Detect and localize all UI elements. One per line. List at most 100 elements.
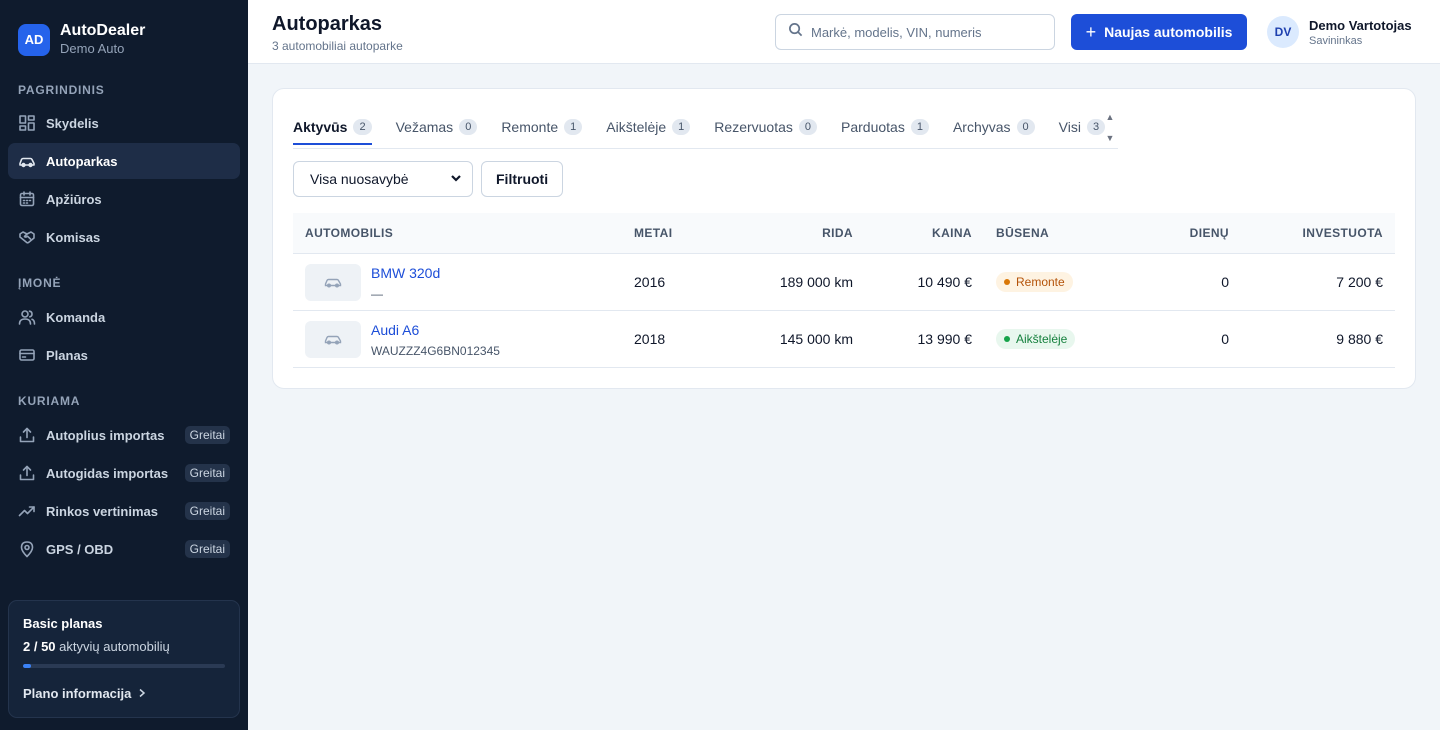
tab-count: 0	[798, 119, 818, 135]
tab-lot[interactable]: Aikštelėje 1	[606, 115, 691, 144]
section-title-upcoming: KURIAMA	[18, 394, 81, 408]
calendar-icon	[18, 190, 36, 208]
tab-label: Archyvas	[952, 119, 1011, 135]
top-header: Autoparkas 3 automobiliai autoparke + Na…	[248, 0, 1440, 64]
sidebar-item-market-valuation[interactable]: Rinkos vertinimas Greitai	[8, 493, 240, 529]
tab-reserved[interactable]: Rezervuotas 0	[714, 115, 818, 144]
cell-status: Aikštelėje	[996, 329, 1076, 349]
coming-soon-badge: Greitai	[184, 426, 230, 444]
tab-label: Vežamas	[395, 119, 454, 135]
brand-name: AutoDealer	[60, 22, 146, 39]
car-icon	[18, 152, 36, 170]
status-label: Remonte	[1016, 275, 1065, 289]
tab-sold[interactable]: Parduotas 1	[841, 115, 929, 144]
sidebar-item-label: Komanda	[46, 309, 106, 325]
car-icon	[324, 275, 342, 291]
tab-label: Aikštelėje	[606, 119, 667, 135]
tab-repair[interactable]: Remonte 1	[501, 115, 583, 144]
column-header-price[interactable]: KAINA	[932, 226, 972, 240]
tab-archive[interactable]: Archyvas 0	[953, 115, 1035, 144]
table-row[interactable]: Audi A6 WAUZZZ4G6BN012345 2018 145 000 k…	[293, 311, 1395, 368]
column-header-status[interactable]: BŪSENA	[996, 226, 1049, 240]
status-dot	[1004, 336, 1010, 342]
table-row[interactable]: BMW 320d — 2016 189 000 km 10 490 € Remo…	[293, 254, 1395, 311]
column-header-mileage[interactable]: RIDA	[822, 226, 853, 240]
tab-all[interactable]: Visi 3	[1059, 115, 1106, 144]
sidebar-item-label: Komisas	[46, 229, 101, 245]
sidebar-item-fleet[interactable]: Autoparkas	[8, 143, 240, 179]
status-badge: Aikštelėje	[996, 329, 1076, 349]
sidebar-item-label: Planas	[46, 347, 88, 363]
cell-year: 2016	[634, 274, 666, 290]
plan-info-link-label: Plano informacija	[23, 686, 132, 701]
car-name-link[interactable]: BMW 320d	[371, 265, 440, 281]
plan-card: Basic planas 2 / 50 aktyvių automobilių …	[8, 600, 240, 718]
new-car-button-label: Naujas automobilis	[1104, 24, 1233, 40]
upload-icon	[18, 464, 36, 482]
car-thumbnail	[305, 321, 361, 358]
scroll-up-icon[interactable]: ▲	[1106, 113, 1115, 122]
column-header-year[interactable]: METAI	[634, 226, 672, 240]
sidebar-item-dashboard[interactable]: Skydelis	[8, 105, 240, 141]
fleet-table: AUTOMOBILIS METAI RIDA KAINA BŪSENA DIEN…	[293, 213, 1395, 368]
chevron-down-icon	[450, 171, 462, 187]
sidebar-item-label: Autogidas importas	[46, 465, 169, 481]
column-header-days[interactable]: DIENŲ	[1190, 226, 1229, 240]
user-role: Savininkas	[1309, 34, 1363, 47]
car-vin: WAUZZZ4G6BN012345	[371, 344, 500, 358]
user-menu[interactable]: DV Demo Vartotojas Savininkas	[1267, 16, 1412, 48]
brand[interactable]: AD AutoDealer Demo Auto	[18, 22, 145, 57]
ownership-select[interactable]: Visa nuosavybė	[293, 161, 473, 197]
trend-icon	[18, 502, 36, 520]
sidebar-item-label: Skydelis	[46, 115, 99, 131]
cell-days: 0	[1221, 274, 1229, 290]
sidebar-item-label: Autoparkas	[46, 153, 118, 169]
cell-year: 2018	[634, 331, 666, 347]
user-name: Demo Vartotojas	[1309, 17, 1412, 33]
sidebar-item-plan[interactable]: Planas	[8, 337, 240, 373]
column-header-invested[interactable]: INVESTUOTA	[1303, 226, 1383, 240]
sidebar-item-label: Apžiūros	[46, 191, 102, 207]
sidebar-item-label: Autoplius importas	[46, 427, 165, 443]
cell-status: Remonte	[996, 272, 1073, 292]
upload-icon	[18, 426, 36, 444]
search-icon	[788, 22, 803, 42]
coming-soon-badge: Greitai	[184, 540, 230, 558]
sidebar-item-inspections[interactable]: Apžiūros	[8, 181, 240, 217]
brand-subtitle: Demo Auto	[60, 41, 125, 56]
fleet-card: Aktyvūs 2 Vežamas 0 Remonte 1 Aikštelėje 1 R…	[272, 88, 1416, 389]
search-box[interactable]	[775, 14, 1055, 50]
tab-count: 3	[1086, 119, 1106, 135]
sidebar-item-autogidas-import[interactable]: Autogidas importas Greitai	[8, 455, 240, 491]
tab-transport[interactable]: Vežamas 0	[396, 115, 478, 144]
scroll-down-icon[interactable]: ▼	[1106, 134, 1115, 143]
sidebar-item-team[interactable]: Komanda	[8, 299, 240, 335]
plan-usage: 2 / 50 aktyvių automobilių	[23, 639, 225, 654]
sidebar-item-gps-obd[interactable]: GPS / OBD Greitai	[8, 531, 240, 567]
section-title-company: ĮMONĖ	[18, 276, 62, 290]
tab-count: 0	[459, 119, 478, 135]
tab-label: Aktyvūs	[293, 119, 348, 135]
avatar: DV	[1267, 16, 1299, 48]
status-tabs: Aktyvūs 2 Vežamas 0 Remonte 1 Aikštelėje 1 R…	[293, 115, 1118, 149]
map-pin-icon	[18, 540, 36, 558]
credit-card-icon	[18, 346, 36, 364]
car-name-link[interactable]: Audi A6	[371, 322, 419, 338]
sidebar-item-label: Rinkos vertinimas	[46, 503, 158, 519]
sidebar-item-autoplius-import[interactable]: Autoplius importas Greitai	[8, 417, 240, 453]
tab-scroll-control[interactable]: ▲ ▼	[1104, 113, 1116, 143]
tab-active[interactable]: Aktyvūs 2	[293, 115, 372, 145]
status-label: Aikštelėje	[1016, 332, 1068, 346]
sidebar-item-consignment[interactable]: Komisas	[8, 219, 240, 255]
plan-info-link[interactable]: Plano informacija	[23, 686, 225, 701]
plan-title: Basic planas	[23, 616, 103, 631]
cell-mileage: 145 000 km	[779, 331, 853, 347]
column-header-car[interactable]: AUTOMOBILIS	[305, 226, 393, 240]
search-input[interactable]	[811, 24, 1041, 40]
filter-button[interactable]: Filtruoti	[481, 161, 564, 197]
chevron-right-icon	[137, 686, 147, 701]
tab-count: 2	[353, 119, 372, 135]
cell-invested: 7 200 €	[1336, 274, 1383, 290]
coming-soon-badge: Greitai	[184, 502, 230, 520]
new-car-button[interactable]: + Naujas automobilis	[1071, 14, 1247, 50]
